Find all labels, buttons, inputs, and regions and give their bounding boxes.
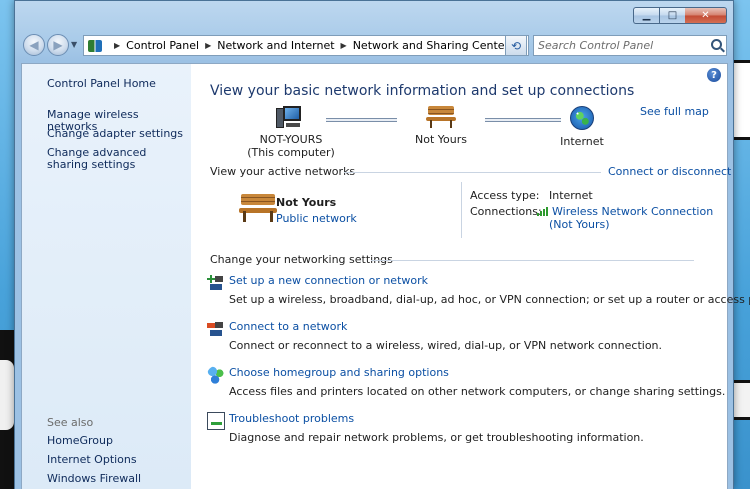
maximize-button[interactable]: □ (659, 7, 685, 24)
breadcrumb-network-internet[interactable]: Network and Internet (217, 39, 334, 52)
control-panel-home-link[interactable]: Control Panel Home (47, 78, 156, 90)
section-divider (344, 172, 601, 173)
internet-options-link[interactable]: Internet Options (47, 454, 137, 466)
computer-icon (276, 106, 306, 128)
networking-settings-header: Change your networking settings (210, 253, 393, 266)
task-connect-network[interactable]: Connect to a network Connect or reconnec… (207, 320, 729, 352)
wireless-signal-icon (537, 207, 549, 216)
internet-label: Internet (560, 135, 604, 148)
chevron-right-icon[interactable]: ▶ (341, 41, 347, 50)
chevron-right-icon[interactable]: ▶ (205, 41, 211, 50)
control-panel-icon (88, 39, 102, 52)
navigation-bar: ◀ ▶ ▼ ▶ Control Panel ▶ Network and Inte… (21, 33, 727, 59)
globe-icon (570, 106, 594, 130)
change-adapter-settings-link[interactable]: Change adapter settings (47, 128, 183, 140)
address-bar[interactable]: ▶ Control Panel ▶ Network and Internet ▶… (83, 35, 529, 56)
task-setup-connection[interactable]: Set up a new connection or network Set u… (207, 274, 750, 306)
search-placeholder: Search Control Panel (538, 39, 654, 52)
see-also-label: See also (47, 416, 94, 429)
task-title[interactable]: Connect to a network (229, 320, 729, 333)
change-advanced-sharing-link[interactable]: Change advanced sharing settings (47, 147, 177, 171)
connection-sub-link[interactable]: (Not Yours) (549, 218, 610, 231)
connection-name[interactable]: Wireless Network Connection (552, 205, 713, 218)
network-setup-icon (207, 274, 225, 292)
breadcrumb-control-panel[interactable]: Control Panel (126, 39, 199, 52)
computer-name: NOT-YOURS (259, 133, 323, 146)
homegroup-link[interactable]: HomeGroup (47, 435, 113, 447)
help-icon[interactable]: ? (707, 68, 721, 82)
network-category-link[interactable]: Public network (276, 212, 357, 225)
refresh-icon: ⟲ (510, 38, 522, 53)
content-area: Control Panel Home Manage wireless netwo… (21, 63, 750, 489)
computer-sub-label: (This computer) (247, 146, 335, 159)
forward-arrow-icon: ▶ (53, 38, 63, 52)
map-node-internet[interactable]: Internet (537, 106, 627, 148)
main-panel: ? View your basic network information an… (191, 64, 750, 489)
network-sharing-center-window: ▁ □ ✕ ◀ ▶ ▼ ▶ Control Panel ▶ Network an… (14, 0, 750, 489)
forward-button[interactable]: ▶ (47, 34, 69, 56)
task-title[interactable]: Set up a new connection or network (229, 274, 729, 287)
network-name: Not Yours (415, 133, 467, 146)
bench-network-icon (238, 194, 278, 222)
task-description: Set up a wireless, broadband, dial-up, a… (229, 293, 750, 306)
task-title[interactable]: Troubleshoot problems (229, 412, 729, 425)
see-full-map-link[interactable]: See full map (640, 105, 709, 118)
minimize-button[interactable]: ▁ (633, 7, 659, 24)
close-button[interactable]: ✕ (685, 7, 727, 24)
connect-network-icon (207, 320, 225, 338)
recent-pages-dropdown[interactable]: ▼ (71, 40, 77, 49)
connections-label: Connections: (470, 205, 542, 218)
breadcrumb-network-sharing-center[interactable]: Network and Sharing Center (353, 39, 509, 52)
task-description: Diagnose and repair network problems, or… (229, 431, 644, 444)
task-troubleshoot[interactable]: Troubleshoot problems Diagnose and repai… (207, 412, 729, 444)
task-title[interactable]: Choose homegroup and sharing options (229, 366, 729, 379)
access-type-value: Internet (549, 189, 593, 202)
refresh-button[interactable]: ⟲ (505, 35, 527, 56)
page-title: View your basic network information and … (210, 83, 635, 99)
map-connector-line (326, 118, 397, 122)
connect-or-disconnect-link[interactable]: Connect or disconnect (608, 165, 731, 178)
back-arrow-icon: ◀ (29, 38, 39, 52)
task-description: Access files and printers located on oth… (229, 385, 726, 398)
map-node-network[interactable]: Not Yours (391, 106, 491, 146)
window-controls: ▁ □ ✕ (633, 7, 727, 24)
vertical-divider (461, 182, 462, 238)
windows-firewall-link[interactable]: Windows Firewall (47, 473, 141, 485)
bench-network-icon (426, 106, 456, 128)
task-homegroup-sharing[interactable]: Choose homegroup and sharing options Acc… (207, 366, 729, 398)
homegroup-icon (207, 366, 225, 384)
task-description: Connect or reconnect to a wireless, wire… (229, 339, 663, 352)
back-button[interactable]: ◀ (23, 34, 45, 56)
access-type-label: Access type: (470, 189, 540, 202)
wireless-connection-link[interactable]: Wireless Network Connection (537, 205, 713, 218)
map-node-computer[interactable]: NOT-YOURS (This computer) (241, 106, 341, 159)
desktop-art (0, 360, 14, 430)
left-task-pane: Control Panel Home Manage wireless netwo… (22, 64, 191, 489)
troubleshoot-icon (207, 412, 225, 430)
active-networks-header: View your active networks (210, 165, 356, 178)
section-divider (371, 260, 694, 261)
active-network-name: Not Yours (276, 196, 337, 209)
search-icon[interactable] (711, 39, 722, 50)
search-input[interactable]: Search Control Panel (533, 35, 727, 56)
chevron-right-icon[interactable]: ▶ (114, 41, 120, 50)
